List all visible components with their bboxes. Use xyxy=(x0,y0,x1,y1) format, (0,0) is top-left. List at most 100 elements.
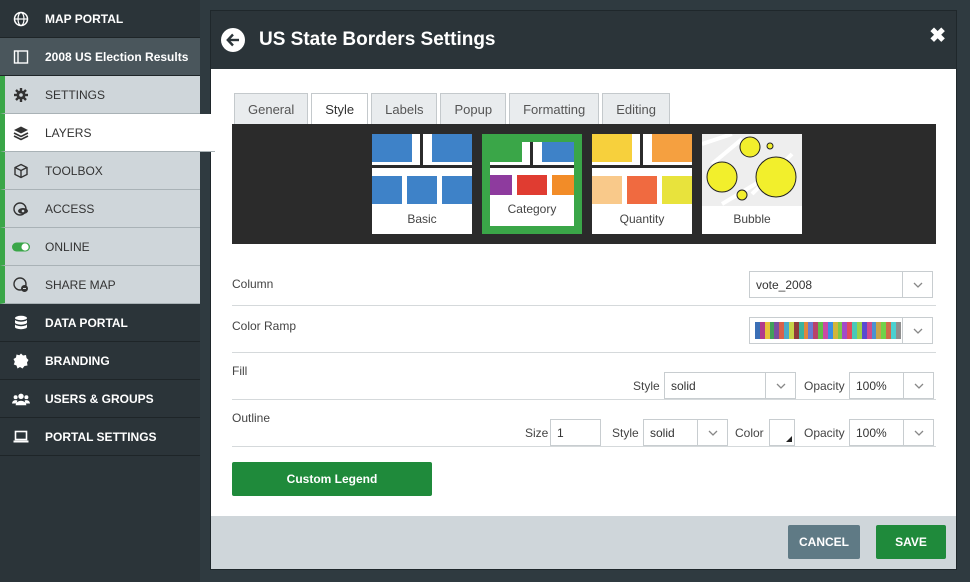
sidebar-item-label: TOOLBOX xyxy=(45,163,103,178)
tab-general[interactable]: General xyxy=(234,93,309,125)
sidebar-item-election-map[interactable]: 2008 US Election Results xyxy=(0,38,200,76)
modal-title: US State Borders Settings xyxy=(259,29,496,50)
cube-icon xyxy=(12,162,30,180)
bubble-thumbnail xyxy=(702,134,802,206)
outline-label: Outline xyxy=(232,411,271,425)
sidebar-item-map-portal[interactable]: MAP PORTAL xyxy=(0,0,200,38)
sidebar-item-settings[interactable]: SETTINGS xyxy=(0,76,200,114)
outline-color-label: Color xyxy=(735,426,764,440)
map-book-icon xyxy=(12,48,30,66)
tab-popup[interactable]: Popup xyxy=(440,93,507,125)
outline-style-value: solid xyxy=(650,425,675,440)
tab-editing[interactable]: Editing xyxy=(602,93,670,125)
layers-icon xyxy=(12,124,30,142)
basic-thumbnail xyxy=(372,134,472,206)
style-card-label: Quantity xyxy=(619,212,665,226)
tab-formatting[interactable]: Formatting xyxy=(509,93,600,125)
cancel-button[interactable]: CANCEL xyxy=(788,525,860,559)
fill-row: Fill Style solid Opacity 100% xyxy=(232,353,936,400)
sidebar-item-share-map[interactable]: SHARE MAP xyxy=(0,266,200,304)
chevron-down-icon[interactable] xyxy=(903,373,933,398)
custom-legend-button[interactable]: Custom Legend xyxy=(232,462,432,496)
sidebar-item-access[interactable]: ACCESS xyxy=(0,190,200,228)
chevron-down-icon[interactable] xyxy=(902,272,932,297)
ramp-color-stop xyxy=(895,322,901,339)
tab-labels[interactable]: Labels xyxy=(371,93,438,125)
fill-label: Fill xyxy=(232,364,248,378)
fill-style-value: solid xyxy=(671,378,696,393)
style-card-label: Basic xyxy=(407,212,437,226)
outline-opacity-value: 100% xyxy=(856,425,887,440)
users-icon xyxy=(12,390,30,408)
sidebar-item-label: SETTINGS xyxy=(45,87,106,102)
style-card-category[interactable]: Category xyxy=(482,134,582,234)
sidebar-item-toolbox[interactable]: TOOLBOX xyxy=(0,152,200,190)
color-ramp-swatch xyxy=(755,322,901,339)
modal-header: US State Borders Settings ✖ xyxy=(211,11,956,69)
color-ramp-label: Color Ramp xyxy=(232,319,297,333)
sidebar-item-label: 2008 US Election Results xyxy=(45,49,189,64)
sidebar-item-label: LAYERS xyxy=(45,125,92,140)
category-thumbnail: Category xyxy=(490,142,574,226)
sidebar-item-label: MAP PORTAL xyxy=(45,11,124,26)
style-card-label: Category xyxy=(507,202,557,216)
layer-settings-modal: US State Borders Settings ✖ General Styl… xyxy=(210,10,957,570)
fill-style-label: Style xyxy=(633,379,660,393)
sidebar-item-data-portal[interactable]: DATA PORTAL xyxy=(0,304,200,342)
eye-globe-icon xyxy=(12,200,30,218)
fill-opacity-label: Opacity xyxy=(804,379,845,393)
outline-size-label: Size xyxy=(525,426,549,440)
style-card-label: Bubble xyxy=(733,212,771,226)
tab-bar: General Style Labels Popup Formatting Ed… xyxy=(234,93,673,125)
sidebar-item-users-groups[interactable]: USERS & GROUPS xyxy=(0,380,200,418)
sidebar-item-label: BRANDING xyxy=(45,353,110,368)
chevron-down-icon[interactable] xyxy=(697,420,727,445)
modal-footer: CANCEL SAVE xyxy=(211,516,956,569)
toggle-icon[interactable] xyxy=(12,238,30,256)
tab-style[interactable]: Style xyxy=(311,93,369,125)
laptop-icon xyxy=(12,428,30,446)
chevron-down-icon[interactable] xyxy=(903,420,933,445)
column-select[interactable]: vote_2008 xyxy=(749,271,933,298)
database-icon xyxy=(12,314,30,332)
back-arrow-icon[interactable] xyxy=(221,28,245,52)
style-card-bubble[interactable]: Bubble xyxy=(702,134,802,234)
outline-style-select[interactable]: solid xyxy=(643,419,728,446)
column-value: vote_2008 xyxy=(756,277,813,292)
column-label: Column xyxy=(232,277,274,291)
sidebar-item-label: SHARE MAP xyxy=(45,277,116,292)
color-ramp-row: Color Ramp xyxy=(232,306,936,353)
gear-icon xyxy=(12,86,30,104)
fill-opacity-select[interactable]: 100% xyxy=(849,372,934,399)
close-icon[interactable]: ✖ xyxy=(929,23,946,48)
sidebar-item-portal-settings[interactable]: PORTAL SETTINGS xyxy=(0,418,200,456)
outline-row: Outline Size 1 Style solid Color Opacity… xyxy=(232,400,936,447)
badge-icon xyxy=(12,352,30,370)
globe-icon xyxy=(12,10,30,28)
outline-size-input[interactable]: 1 xyxy=(550,419,601,446)
save-button[interactable]: SAVE xyxy=(876,525,946,559)
sidebar-item-label: ACCESS xyxy=(45,201,95,216)
quantity-thumbnail xyxy=(592,134,692,206)
modal-body: General Style Labels Popup Formatting Ed… xyxy=(211,69,956,516)
sidebar-item-online[interactable]: ONLINE xyxy=(0,228,200,266)
sidebar-item-label: PORTAL SETTINGS xyxy=(45,429,157,444)
style-type-picker: Basic Category Quantity Bubble xyxy=(232,124,936,244)
fill-style-select[interactable]: solid xyxy=(664,372,796,399)
sidebar: MAP PORTAL 2008 US Election Results SETT… xyxy=(0,0,215,582)
outline-style-label: Style xyxy=(612,426,639,440)
outline-opacity-label: Opacity xyxy=(804,426,845,440)
chevron-down-icon[interactable] xyxy=(765,373,795,398)
sidebar-item-label: USERS & GROUPS xyxy=(45,391,154,406)
outline-color-picker[interactable] xyxy=(769,419,795,446)
style-card-quantity[interactable]: Quantity xyxy=(592,134,692,234)
share-globe-icon xyxy=(12,276,30,294)
color-picker-corner-icon xyxy=(786,436,792,442)
sidebar-item-layers[interactable]: LAYERS xyxy=(0,114,215,152)
sidebar-item-label: DATA PORTAL xyxy=(45,315,128,330)
outline-opacity-select[interactable]: 100% xyxy=(849,419,934,446)
style-card-basic[interactable]: Basic xyxy=(372,134,472,234)
color-ramp-select[interactable] xyxy=(749,317,933,344)
chevron-down-icon[interactable] xyxy=(902,318,932,343)
sidebar-item-branding[interactable]: BRANDING xyxy=(0,342,200,380)
